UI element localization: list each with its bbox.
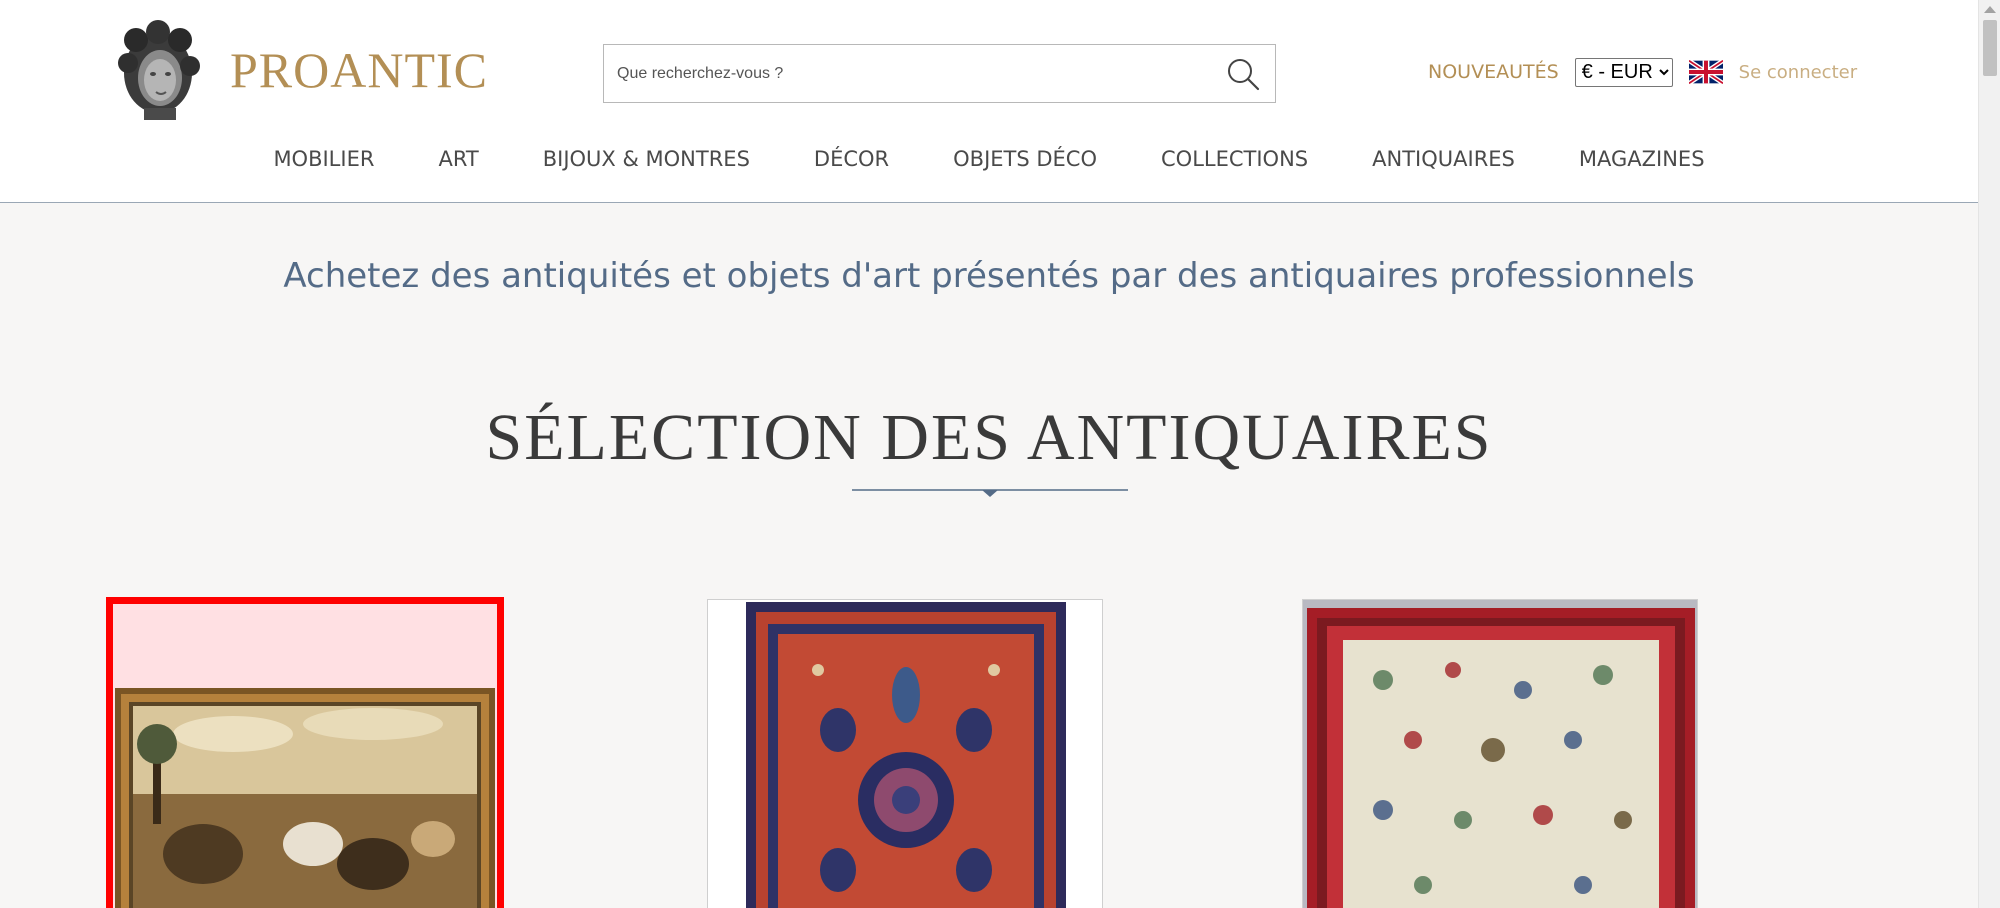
site-header: PROANTIC NOUVEAUTÉS € - EUR Se connecter…: [0, 0, 1978, 203]
nav-item-art[interactable]: ART: [438, 147, 478, 171]
nav-item-magazines[interactable]: MAGAZINES: [1579, 147, 1705, 171]
uk-flag-icon[interactable]: [1688, 60, 1723, 84]
nav-item-collections[interactable]: COLLECTIONS: [1161, 147, 1308, 171]
logo-bust-icon: [118, 20, 200, 120]
product-card-cream-rug[interactable]: [1302, 599, 1698, 908]
header-utilities: NOUVEAUTÉS € - EUR Se connecter: [1428, 56, 1857, 88]
search-input[interactable]: [604, 45, 1204, 102]
page-scrollbar[interactable]: [1978, 0, 2000, 908]
scroll-up-arrow-icon[interactable]: [1984, 6, 1996, 13]
nav-item-bijoux-montres[interactable]: BIJOUX & MONTRES: [543, 147, 750, 171]
logo-text: PROANTIC: [230, 42, 489, 98]
nouveautes-link[interactable]: NOUVEAUTÉS: [1428, 61, 1559, 83]
product-card-red-rug[interactable]: [707, 599, 1103, 908]
search-icon[interactable]: [1225, 56, 1261, 92]
nav-item-mobilier[interactable]: MOBILIER: [273, 147, 374, 171]
search-box: [603, 44, 1276, 103]
currency-select[interactable]: € - EUR: [1574, 57, 1673, 87]
product-card-painting[interactable]: [106, 597, 504, 908]
nav-item-antiquaires[interactable]: ANTIQUAIRES: [1372, 147, 1515, 171]
site-logo[interactable]: PROANTIC: [108, 18, 488, 122]
nav-item-objets-deco[interactable]: OBJETS DÉCO: [953, 147, 1097, 171]
login-link[interactable]: Se connecter: [1739, 62, 1857, 83]
painting-image: [113, 604, 497, 908]
scroll-thumb[interactable]: [1983, 20, 1997, 76]
red-rug-image: [708, 600, 1102, 908]
title-divider: [852, 489, 1128, 497]
nav-item-decor[interactable]: DÉCOR: [814, 147, 889, 171]
main-nav: MOBILIER ART BIJOUX & MONTRES DÉCOR OBJE…: [0, 147, 1978, 171]
tagline: Achetez des antiquités et objets d'art p…: [283, 256, 1695, 296]
section-title: SÉLECTION DES ANTIQUAIRES: [485, 401, 1493, 474]
cream-rug-image: [1303, 600, 1697, 908]
